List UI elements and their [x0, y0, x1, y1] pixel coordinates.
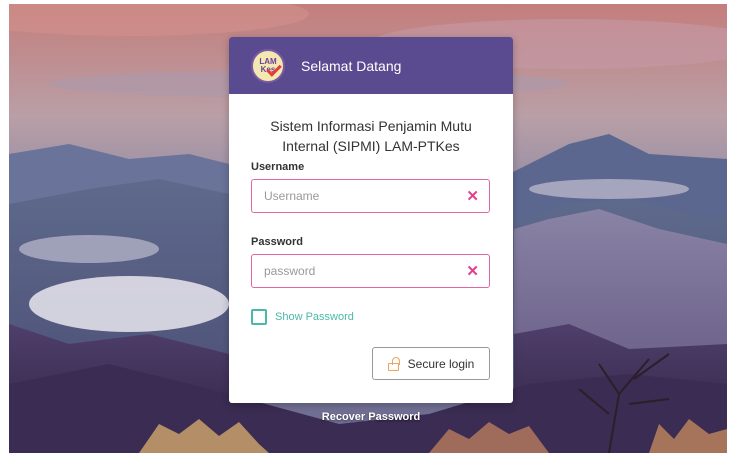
show-password-label[interactable]: Show Password [275, 311, 354, 323]
clear-password-icon[interactable]: ✕ [466, 264, 479, 279]
show-password-toggle[interactable]: Show Password [251, 309, 354, 325]
system-title: Sistem Informasi Penjamin Mutu Internal … [270, 118, 472, 154]
username-label: Username [251, 161, 305, 173]
login-card: LAM Kes Selamat Datang Sistem Informasi … [229, 37, 513, 403]
password-input[interactable] [264, 264, 454, 278]
lam-ptkes-logo: LAM Kes [251, 48, 285, 83]
secure-login-button[interactable]: Secure login [372, 347, 490, 380]
login-card-header: LAM Kes Selamat Datang [229, 37, 513, 94]
password-label: Password [251, 236, 303, 248]
unlock-icon [387, 356, 400, 371]
show-password-checkbox[interactable] [251, 309, 267, 325]
clear-username-icon[interactable]: ✕ [466, 189, 479, 204]
secure-login-label: Secure login [407, 356, 475, 371]
password-field[interactable]: ✕ [251, 254, 490, 288]
username-field[interactable]: ✕ [251, 179, 490, 213]
username-input[interactable] [264, 189, 454, 203]
recover-password-link[interactable]: Recover Password [229, 411, 513, 423]
welcome-title: Selamat Datang [301, 57, 402, 74]
